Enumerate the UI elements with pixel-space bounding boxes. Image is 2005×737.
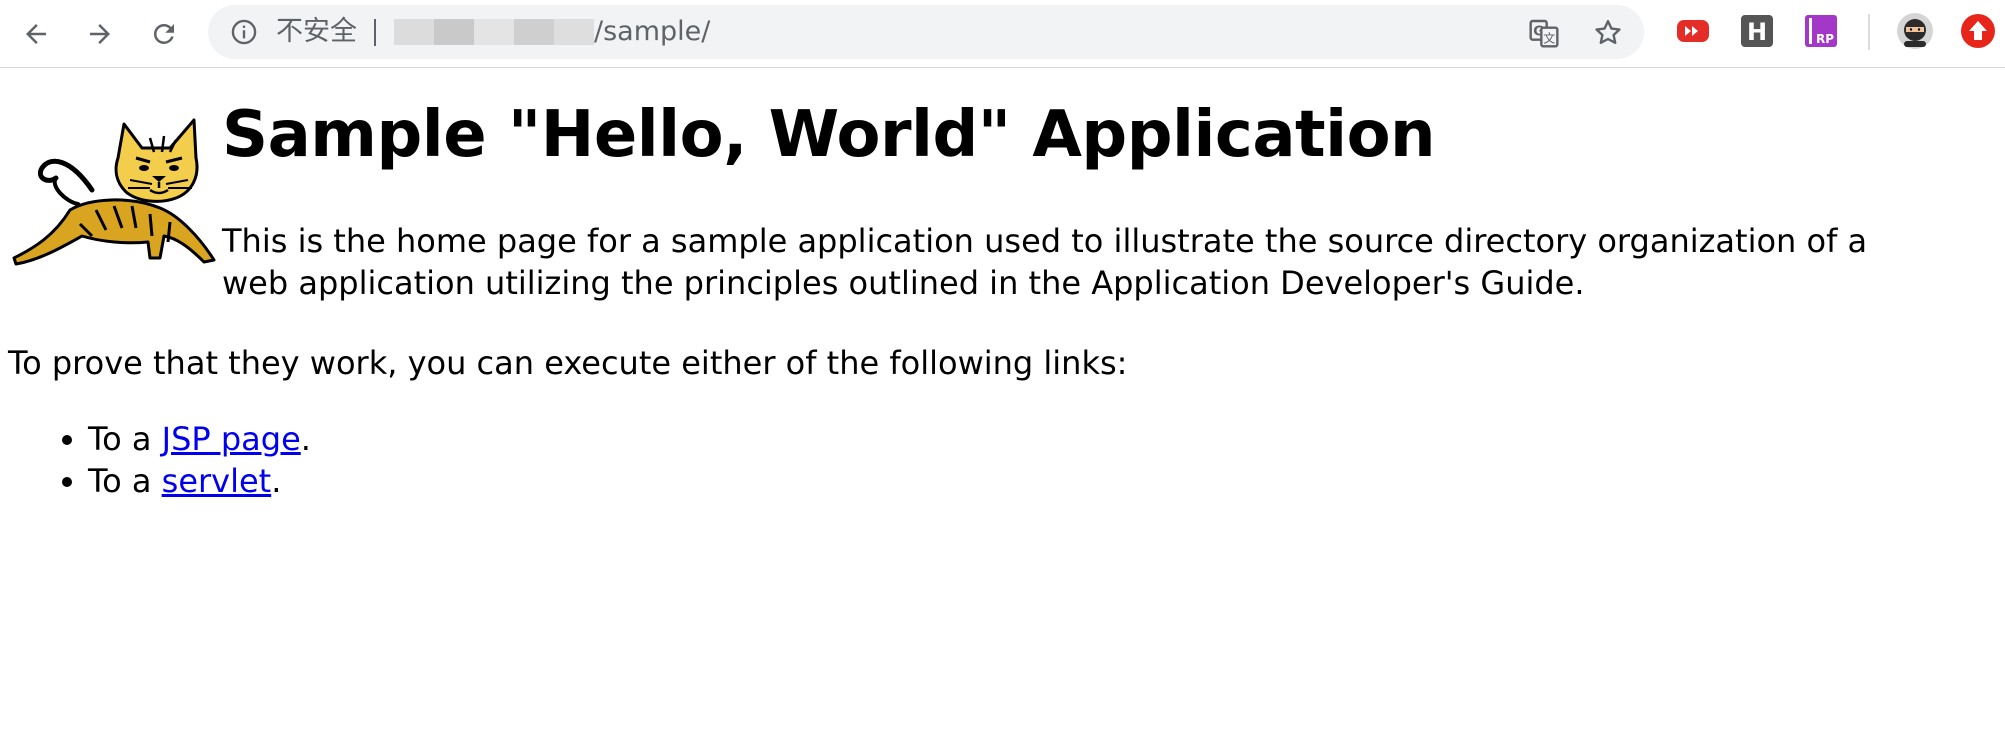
instruction-text: To prove that they work, you can execute…: [8, 344, 1128, 382]
svg-text:RP: RP: [1816, 32, 1834, 46]
info-icon[interactable]: [230, 18, 258, 46]
bookmark-star-icon[interactable]: [1592, 17, 1624, 49]
bullet-icon: [62, 477, 72, 487]
link-list: To a JSP page. To a servlet.: [8, 418, 311, 502]
ninja-avatar-icon[interactable]: [1896, 12, 1934, 50]
url-host-redacted: [394, 19, 594, 45]
link-suffix: .: [271, 462, 282, 500]
url-path-text: /sample/: [594, 16, 711, 47]
upload-extension-icon[interactable]: [1960, 13, 1996, 49]
back-button[interactable]: [14, 12, 58, 56]
list-item: To a JSP page.: [8, 418, 311, 460]
link-suffix: .: [300, 420, 311, 458]
youtube-extension-icon[interactable]: [1676, 14, 1710, 48]
tomcat-logo: [12, 118, 216, 266]
link-prefix: To a: [88, 420, 162, 458]
intro-paragraph: This is the home page for a sample appli…: [222, 222, 1868, 302]
svg-text:H: H: [1747, 18, 1767, 46]
forward-arrow-icon: [90, 24, 110, 44]
link-prefix: To a: [88, 462, 162, 500]
address-bar[interactable]: 不安全 /sample/ G 文: [208, 5, 1644, 59]
toolbar-divider: [1868, 14, 1870, 50]
list-item: To a servlet.: [8, 460, 311, 502]
servlet-link[interactable]: servlet: [162, 462, 272, 500]
security-status-label: 不安全: [276, 16, 357, 47]
jsp-page-link[interactable]: JSP page: [162, 420, 301, 458]
translate-icon[interactable]: G 文: [1528, 17, 1560, 49]
bullet-icon: [62, 435, 72, 445]
back-arrow-icon: [26, 24, 46, 44]
omnibox-divider: [374, 19, 376, 46]
reload-button[interactable]: [142, 12, 186, 56]
h-extension-icon[interactable]: H: [1740, 14, 1774, 48]
reload-icon: [153, 23, 174, 44]
forward-button[interactable]: [78, 12, 122, 56]
rp-extension-icon[interactable]: RP: [1804, 14, 1838, 48]
svg-text:文: 文: [1543, 30, 1555, 45]
page-title: Sample "Hello, World" Application: [222, 98, 1436, 172]
browser-toolbar: 不安全 /sample/ G 文 H RP: [0, 0, 2005, 68]
